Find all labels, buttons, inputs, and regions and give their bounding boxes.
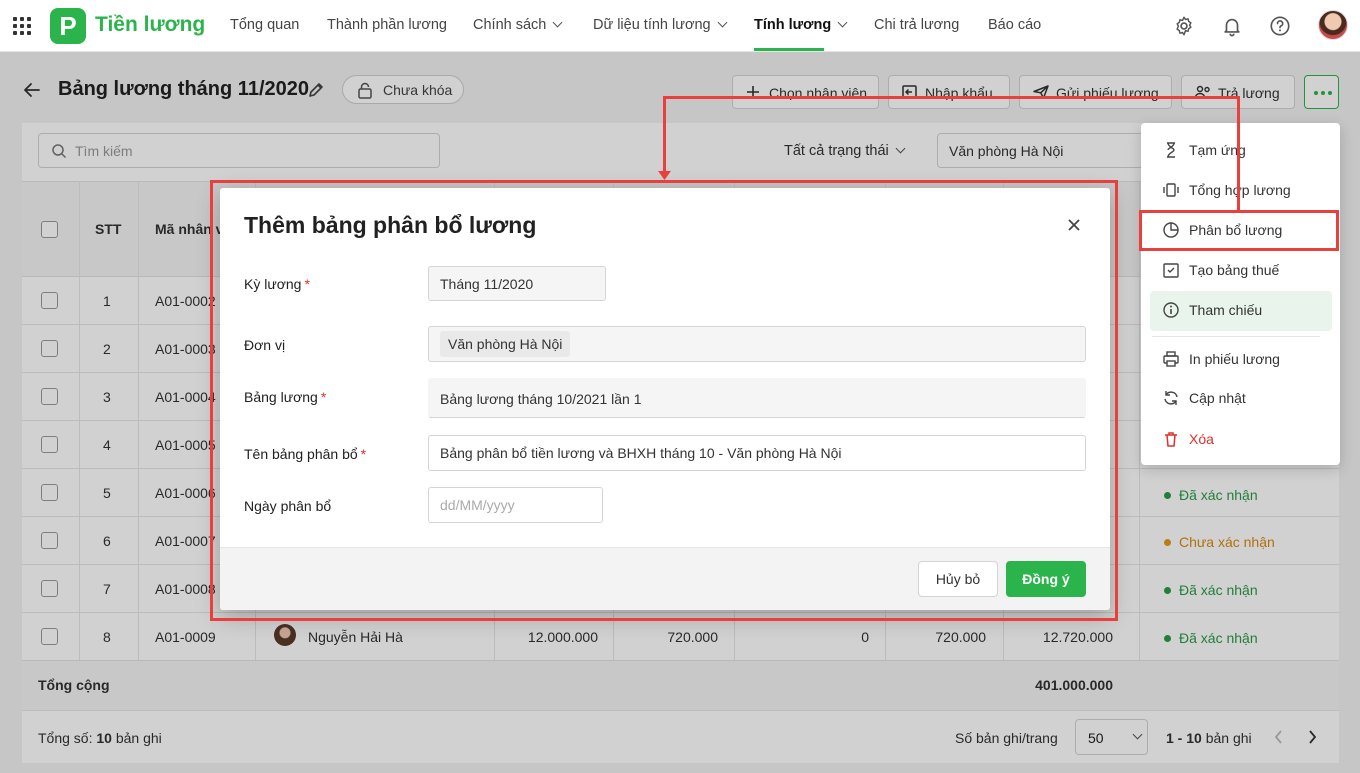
chevron-down-icon bbox=[552, 17, 563, 28]
trash-icon bbox=[1165, 432, 1177, 447]
nav-tinh-luong-label: Tính lương bbox=[754, 17, 832, 33]
bell-icon[interactable] bbox=[1221, 15, 1243, 37]
annotation-arrowhead-icon bbox=[658, 171, 671, 180]
nav-chinh-sach[interactable]: Chính sách bbox=[473, 17, 563, 33]
advance-icon bbox=[1167, 142, 1175, 158]
settings-icon[interactable] bbox=[1173, 15, 1195, 37]
active-nav-indicator bbox=[754, 48, 824, 51]
menu-item-label: Tham chiếu bbox=[1189, 302, 1263, 318]
menu-item-label: In phiếu lương bbox=[1189, 351, 1280, 367]
annotation-connector bbox=[663, 96, 1240, 99]
summary-icon bbox=[1163, 183, 1179, 197]
annotation-connector bbox=[1237, 96, 1240, 212]
menu-item-create-tax-table[interactable]: Tạo bảng thuế bbox=[1141, 251, 1340, 291]
nav-du-lieu-tinh-luong[interactable]: Dữ liệu tính lương bbox=[593, 17, 728, 33]
menu-item-label: Tạo bảng thuế bbox=[1189, 262, 1280, 278]
info-icon bbox=[1163, 302, 1179, 318]
nav-tong-quan[interactable]: Tổng quan bbox=[230, 17, 299, 33]
chevron-down-icon bbox=[717, 17, 728, 28]
chevron-down-icon bbox=[837, 17, 848, 28]
nav-bao-cao[interactable]: Báo cáo bbox=[988, 17, 1041, 33]
tax-table-icon bbox=[1163, 263, 1179, 278]
annotation-modal-highlight bbox=[210, 180, 1118, 621]
menu-item-salary-summary[interactable]: Tổng hợp lương bbox=[1141, 171, 1340, 211]
nav-chinh-sach-label: Chính sách bbox=[473, 17, 547, 33]
menu-item-update[interactable]: Cập nhật bbox=[1141, 379, 1340, 419]
nav-du-lieu-label: Dữ liệu tính lương bbox=[593, 17, 711, 33]
menu-item-advance[interactable]: Tạm ứng bbox=[1141, 131, 1340, 171]
refresh-icon bbox=[1164, 391, 1178, 405]
nav-chi-tra-luong[interactable]: Chi trả lương bbox=[874, 17, 959, 33]
app-launcher-icon[interactable] bbox=[13, 17, 31, 35]
annotation-connector bbox=[663, 96, 666, 174]
annotation-menu-highlight bbox=[1139, 210, 1339, 251]
app-name: Tiền lương bbox=[95, 13, 206, 36]
app-logo-icon: P bbox=[50, 8, 86, 44]
menu-item-delete[interactable]: Xóa bbox=[1141, 420, 1340, 460]
nav-thanh-phan-luong[interactable]: Thành phần lương bbox=[327, 17, 447, 33]
user-avatar[interactable] bbox=[1318, 10, 1348, 40]
help-icon[interactable] bbox=[1269, 15, 1291, 37]
menu-divider bbox=[1152, 336, 1320, 337]
menu-item-label: Cập nhật bbox=[1189, 390, 1246, 406]
nav-tinh-luong[interactable]: Tính lương bbox=[754, 17, 848, 33]
menu-item-print-payslip[interactable]: In phiếu lương bbox=[1141, 340, 1340, 380]
printer-icon bbox=[1163, 351, 1179, 367]
menu-item-label: Xóa bbox=[1189, 431, 1214, 447]
menu-item-reference[interactable]: Tham chiếu bbox=[1150, 291, 1332, 331]
